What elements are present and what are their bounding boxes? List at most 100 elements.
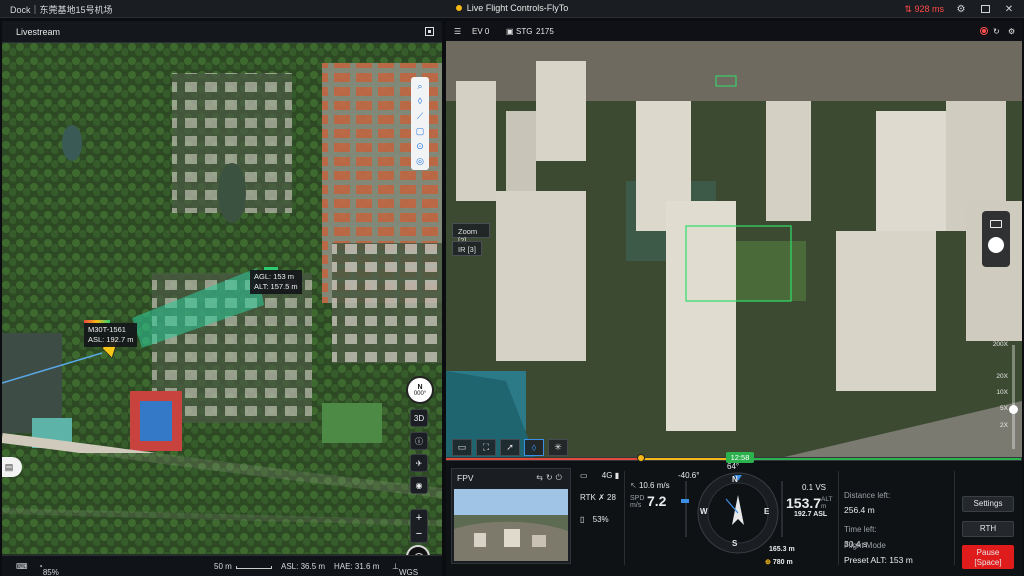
compass-south-letter: S <box>732 539 738 548</box>
lens-ir-button[interactable]: IR [3] <box>452 241 482 256</box>
controller-icon: ▭ <box>580 471 588 480</box>
waypoint-icon[interactable]: ◊ <box>414 95 426 107</box>
asl-readout: ASL: 36.5 m <box>281 562 326 571</box>
menu-icon[interactable]: ☰ <box>454 27 461 36</box>
compass-north-letter: N <box>732 475 738 484</box>
zoom-level-20x[interactable]: 20X <box>988 373 1008 380</box>
zoom-scale[interactable]: 200X 20X 10X 5X 2X <box>988 341 1022 451</box>
zoom-rail <box>1012 345 1015 449</box>
refresh-icon[interactable]: ↻ <box>993 27 1000 36</box>
spd-label-block: SPD m/s <box>630 495 644 509</box>
fly-to-icon[interactable]: ➚ <box>500 439 520 456</box>
waypoint-target-icon[interactable]: ◊ <box>524 439 544 456</box>
camera-settings-icon[interactable]: ⚙ <box>1008 27 1015 36</box>
timeline-marker[interactable] <box>637 454 645 462</box>
timeline-segment-green <box>741 458 1021 460</box>
home-distance-value: 780 m <box>772 559 793 566</box>
fpv-label: FPV <box>457 473 474 483</box>
ev-readout: EV 0 <box>472 27 490 36</box>
lens-zoom-button[interactable]: Zoom [2] <box>452 223 490 245</box>
pitch-indicator <box>681 499 689 503</box>
window-title: Live Flight Controls-FlyTo <box>466 3 569 13</box>
locate-target-icon[interactable]: ◉ <box>410 476 428 494</box>
view-3d-button[interactable]: 3D <box>410 409 428 427</box>
map-toolbar: ⌕ ◊ ⟋ ▢ ⊙ ◎ <box>411 77 429 170</box>
zoom-control: + − <box>410 509 428 543</box>
pause-button[interactable]: Pause [Space] <box>962 545 1014 569</box>
settings-button[interactable]: Settings <box>962 496 1014 512</box>
info-icon[interactable]: ⓘ <box>410 432 428 450</box>
keyboard-icon[interactable]: ⌨ <box>16 562 28 571</box>
map-panel: Livestream ⌕ ◊ ⟋ ▢ ⊙ ◎ M30T-1561 ASL: 19… <box>2 21 442 576</box>
area-icon[interactable]: ▢ <box>414 125 426 137</box>
alt-unit: ALT <box>821 496 833 503</box>
zoom-level-10x[interactable]: 10X <box>988 389 1008 396</box>
alt-unit-block: ALT m <box>821 496 832 510</box>
vertical-speed: 0.1 VS <box>802 483 827 492</box>
spotlight-icon[interactable]: ✳ <box>548 439 568 456</box>
signal-bars-icon: ▮ <box>614 471 620 480</box>
alt-value: ALT: 157.5 m <box>254 282 298 291</box>
scale-label: 50 m <box>214 562 232 571</box>
vs-rail <box>781 481 783 537</box>
zoom-knob[interactable] <box>1009 405 1018 414</box>
capture-panel <box>982 211 1010 267</box>
line-icon[interactable]: ⟋ <box>414 110 426 122</box>
target-icon[interactable]: ⊙ <box>414 140 426 152</box>
zoom-level-200x[interactable]: 200X <box>988 341 1008 348</box>
datum-value: WGS 84 <box>398 568 419 576</box>
compass-north: N <box>417 383 423 391</box>
datum-readout: ⊥ WGS 84 <box>392 562 418 576</box>
zoom-out-icon[interactable]: − <box>416 528 422 540</box>
layers-icon[interactable]: ◎ <box>414 155 426 167</box>
rtk-row: RTK ✗ 28 <box>580 493 616 502</box>
fpv-card[interactable]: FPV ⇆↻⏻ <box>451 468 571 564</box>
rth-button[interactable]: RTH <box>962 521 1014 537</box>
shutter-button[interactable] <box>988 237 1004 253</box>
camera-topbar: ☰ EV 0 ▣ STG 2175 ↻ ⚙ <box>446 21 1022 41</box>
fpv-thumbnail <box>454 489 568 561</box>
aircraft-icon[interactable]: ✈ <box>410 454 428 472</box>
map-canvas[interactable] <box>2 43 442 554</box>
horizontal-speed-value: 10.6 m/s <box>638 481 670 490</box>
zoom-level-5x[interactable]: 5X <box>988 405 1008 412</box>
timeline-segment-red <box>446 458 641 460</box>
link-row: ▭ 4G ▮ <box>580 471 619 480</box>
latency-readout: ⇅ 928 ms <box>904 3 944 14</box>
storage-value: 2175 <box>536 27 554 36</box>
photo-mode-icon[interactable] <box>990 220 1002 228</box>
zoom-level-2x[interactable]: 2X <box>988 422 1008 429</box>
battery-readout: ◔ 85% <box>38 562 59 576</box>
drone-label[interactable]: M30T-1561 ASL: 192.7 m <box>84 320 138 347</box>
camera-feed[interactable] <box>446 41 1022 459</box>
chat-icon[interactable]: ▤ <box>2 457 22 477</box>
pause-label: Pause <box>976 548 1000 557</box>
video-panel: ☰ EV 0 ▣ STG 2175 ↻ ⚙ Zoom [2] IR [3] 20… <box>446 21 1022 576</box>
horizontal-speed: ↖ 10.6 m/s <box>630 481 670 490</box>
power-icon[interactable]: ⏻ <box>556 473 565 482</box>
pause-shortcut: [Space] <box>974 558 1002 567</box>
window-title-wrap: Live Flight Controls-FlyTo <box>0 3 1024 13</box>
flight-hud: FPV ⇆↻⏻ ▭ 4G ▮ RTK ✗ 28 ▯ 53% ↖ 10.6 m/s… <box>446 462 1022 576</box>
map-compass[interactable]: N 000° <box>406 376 434 404</box>
close-icon[interactable]: ✕ <box>1002 2 1016 16</box>
rtk-label: RTK <box>580 493 596 502</box>
rtk-count: 28 <box>607 493 616 502</box>
fullscreen-icon[interactable]: ⛶ <box>476 439 496 456</box>
record-icon[interactable] <box>980 27 988 35</box>
time-left-label: Time left: <box>844 525 877 534</box>
search-icon[interactable]: ⌕ <box>414 80 426 92</box>
zoom-in-icon[interactable]: + <box>416 512 422 524</box>
altitude-label: AGL: 153 m ALT: 157.5 m <box>250 267 302 294</box>
camera-switch-icon[interactable]: ▭ <box>452 439 472 456</box>
flight-mode-label: Flight Mode <box>844 541 886 550</box>
settings-icon[interactable]: ⚙ <box>954 2 968 16</box>
fpv-controls: ⇆↻⏻ <box>536 473 565 483</box>
fpv-refresh-icon[interactable]: ↻ <box>546 473 556 482</box>
signal-4g: 4G <box>601 471 613 480</box>
compass-east-letter: E <box>764 507 770 516</box>
swap-icon[interactable]: ⇆ <box>536 473 546 482</box>
maximize-icon[interactable] <box>978 2 992 16</box>
satellite-icon: ✗ <box>598 493 605 502</box>
expand-icon[interactable] <box>425 27 434 36</box>
